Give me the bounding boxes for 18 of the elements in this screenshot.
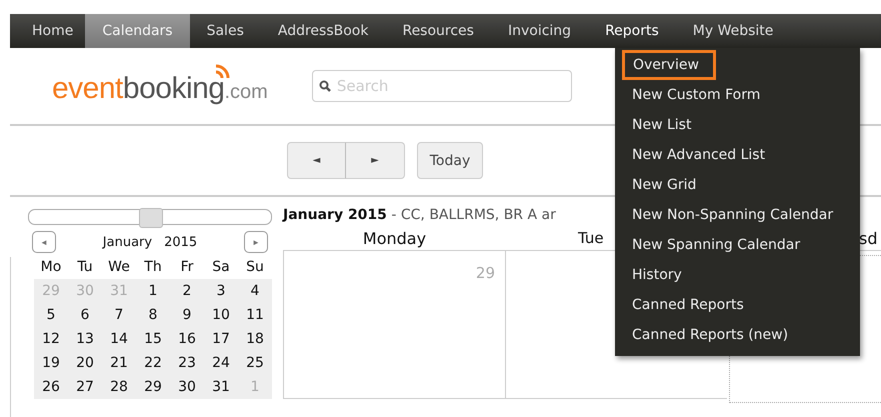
weekday-label: Su [245,258,265,277]
column-heading: Monday [362,229,426,248]
weekday-label: Th [143,258,163,277]
weekday-label: Sa [211,258,231,277]
year-label: 2015 [164,234,198,250]
column-heading: Tue [578,229,604,247]
day-number: 29 [476,264,495,282]
weekday-label: Tu [76,258,94,277]
logo-text: .com [224,81,268,104]
weekday-label: We [107,258,131,277]
weekday-label: Mo [40,258,62,277]
calendar-subtitle: - CC, BALLRMS, BR A ar [391,207,556,223]
month-label: January [102,234,152,250]
weekday-label: Fr [180,258,194,277]
calendar-title: January 2015 [283,207,387,223]
logo-text: booking [122,72,224,106]
logo-text: event [52,72,123,106]
column-heading: sd [859,229,878,248]
